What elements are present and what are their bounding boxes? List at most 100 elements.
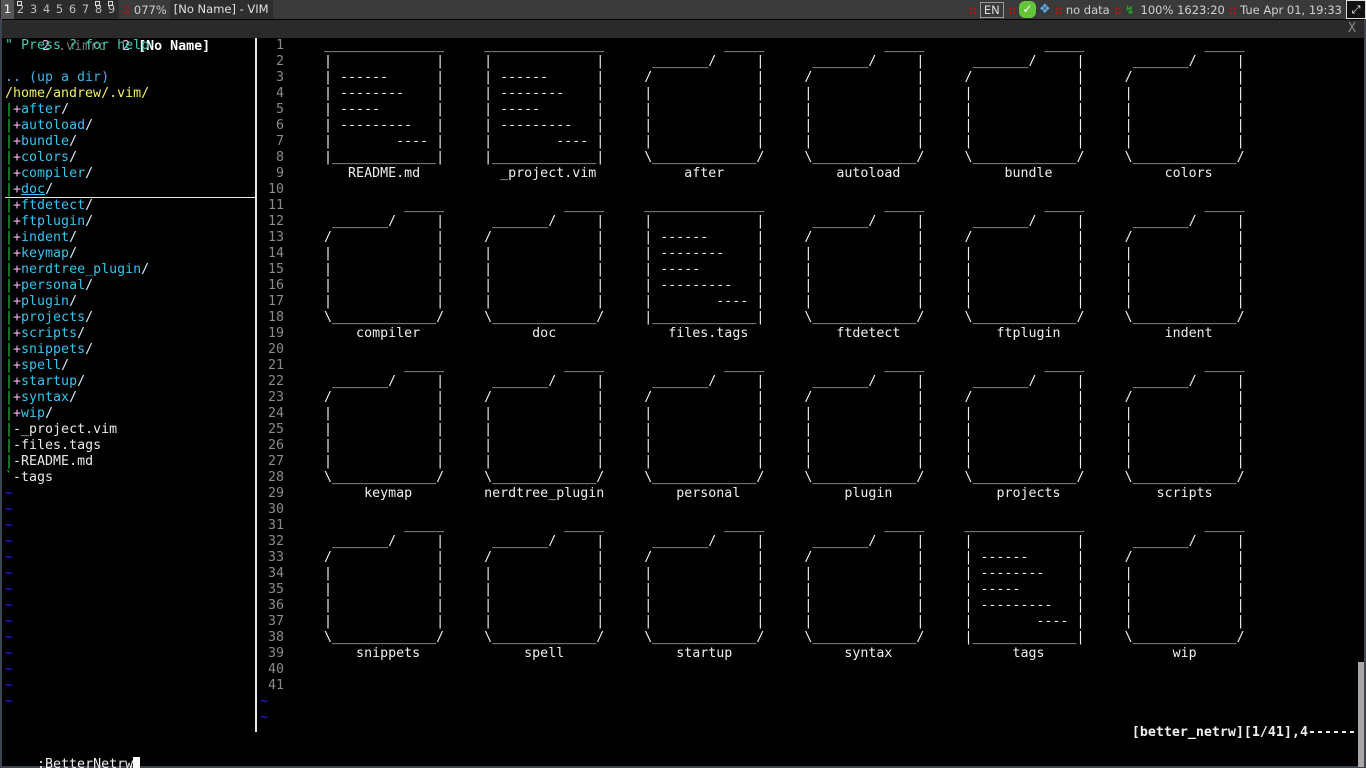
expand-icon[interactable]: + xyxy=(13,246,21,261)
tree-dir-item[interactable]: |+autoload/ xyxy=(5,118,255,134)
expand-icon[interactable]: + xyxy=(13,406,21,421)
buffer-line: 19 compiler doc files.tags ftdetect ftpl… xyxy=(260,326,1350,342)
expand-icon[interactable]: + xyxy=(13,198,21,213)
expand-icon[interactable]: + xyxy=(13,390,21,405)
line-number: 6 xyxy=(276,118,285,133)
tree-dir-item[interactable]: |+after/ xyxy=(5,102,255,118)
buffer-line: 7 | ---- | | ---- | | | | | | | | | xyxy=(260,134,1350,150)
empty-line-marker: ~ xyxy=(5,518,14,533)
tree-dir-item[interactable]: |+syntax/ xyxy=(5,390,255,406)
tree-dir-item[interactable]: |+ftdetect/ xyxy=(5,198,255,214)
dir-name: ftplugin xyxy=(21,214,86,229)
line-number: 11 xyxy=(268,198,285,213)
dropbox-icon[interactable]: ❖ xyxy=(1039,2,1051,17)
buffer-line: 23 / | / | / | / | / | / | xyxy=(260,390,1350,406)
tree-file-item[interactable]: |-README.md xyxy=(5,454,255,470)
file-marker: - xyxy=(13,454,22,469)
line-number: 2 xyxy=(276,54,285,69)
workspace-8[interactable]: 8 xyxy=(92,0,105,19)
icon-labels[interactable]: compiler doc files.tags ftdetect ftplugi… xyxy=(292,326,1277,341)
expand-icon[interactable]: + xyxy=(13,326,21,341)
check-icon[interactable]: ✓ xyxy=(1018,1,1036,18)
expand-icon[interactable]: + xyxy=(13,374,21,389)
ascii-art: |_____________| |_____________| \_______… xyxy=(292,150,1277,165)
tree-dir-item[interactable]: |+doc/ xyxy=(5,182,255,198)
expand-icon[interactable]: + xyxy=(13,342,21,357)
keyboard-layout[interactable]: EN xyxy=(979,1,1004,18)
ascii-art: | --------- | | --------- | | | | | | | … xyxy=(292,118,1277,133)
buffer-line: 22 _______/ | _______/ | _______/ | ____… xyxy=(260,374,1350,390)
line-number: 5 xyxy=(276,102,285,117)
icon-labels[interactable]: README.md _project.vim after autoload bu… xyxy=(292,166,1277,181)
tree-dir-item[interactable]: |+nerdtree_plugin/ xyxy=(5,262,255,278)
up-dir-link[interactable]: .. (up a dir) xyxy=(5,70,255,86)
buffer-line: 41 xyxy=(260,678,1350,694)
tree-file-item[interactable]: `-tags xyxy=(5,470,255,486)
tree-dir-item[interactable]: |+keymap/ xyxy=(5,246,255,262)
tree-dir-item[interactable]: |+scripts/ xyxy=(5,326,255,342)
tree-file-item[interactable]: |-_project.vim xyxy=(5,422,255,438)
tree-branch: | xyxy=(5,214,14,229)
workspace-4[interactable]: 4 xyxy=(40,0,53,19)
expand-icon[interactable]: + xyxy=(13,102,21,117)
tree-dir-item[interactable]: |+ftplugin/ xyxy=(5,214,255,230)
tree-dir-item[interactable]: |+indent/ xyxy=(5,230,255,246)
expand-icon[interactable]: + xyxy=(13,230,21,245)
expand-icon[interactable]: + xyxy=(13,310,21,325)
tree-dir-item[interactable]: |+projects/ xyxy=(5,310,255,326)
tree-file-item[interactable]: |-files.tags xyxy=(5,438,255,454)
workspace-1[interactable]: 1 xyxy=(1,0,14,19)
tree-dir-item[interactable]: |+plugin/ xyxy=(5,294,255,310)
expand-icon[interactable]: + xyxy=(13,278,21,293)
buffer-line: 21 _____ _____ _____ _____ _____ _____ xyxy=(260,358,1350,374)
workspace-switcher[interactable]: 123456789 xyxy=(0,0,119,19)
workspace-9[interactable]: 9 xyxy=(105,0,118,19)
window-title[interactable]: [No Name] - VIM xyxy=(169,0,273,19)
tree-dir-item[interactable]: |+snippets/ xyxy=(5,342,255,358)
expand-icon[interactable]: + xyxy=(13,150,21,165)
tree-dir-item[interactable]: |+personal/ xyxy=(5,278,255,294)
tabline: 2 .vimrc 2 [No Name] X xyxy=(2,20,1364,54)
workspace-3[interactable]: 3 xyxy=(27,0,40,19)
tree-dir-item[interactable]: |+compiler/ xyxy=(5,166,255,182)
tree-dir-item[interactable]: |+colors/ xyxy=(5,150,255,166)
icon-labels[interactable]: snippets spell startup syntax tags wip xyxy=(292,646,1277,661)
empty-line-marker: ~ xyxy=(5,502,14,517)
buffer-line: 14 | | | | | -------- | | | | | | | xyxy=(260,246,1350,262)
netrw-tree-pane[interactable]: " Press ? for help .. (up a dir)/home/an… xyxy=(2,38,255,732)
clock[interactable]: Tue Apr 01, 19:33 xyxy=(1240,3,1342,17)
fullscreen-icon[interactable]: ⤢ xyxy=(1346,0,1366,19)
expand-icon[interactable]: + xyxy=(13,262,21,277)
expand-icon[interactable]: + xyxy=(13,166,21,181)
workspace-5[interactable]: 5 xyxy=(53,0,66,19)
dir-name: projects xyxy=(21,310,86,325)
expand-icon[interactable]: + xyxy=(13,214,21,229)
bolt-icon: ↯ xyxy=(1124,2,1135,17)
expand-icon[interactable]: + xyxy=(13,182,21,197)
icon-labels[interactable]: keymap nerdtree_plugin personal plugin p… xyxy=(292,486,1277,501)
tree-dir-item[interactable]: |+wip/ xyxy=(5,406,255,422)
file-name: tags xyxy=(21,470,54,485)
ascii-art: _______________ _______________ _____ __… xyxy=(292,38,1277,53)
volume-level[interactable]: 077% xyxy=(134,3,167,17)
ascii-art: _______/ | _______/ | _______/ | _______… xyxy=(292,374,1277,389)
scrollbar[interactable] xyxy=(1358,662,1364,767)
tree-dir-item[interactable]: |+bundle/ xyxy=(5,134,255,150)
expand-icon[interactable]: + xyxy=(13,118,21,133)
workspace-7[interactable]: 7 xyxy=(79,0,92,19)
ascii-art: _____ _____ _______________ _____ _____ … xyxy=(292,198,1277,213)
expand-icon[interactable]: + xyxy=(13,294,21,309)
tab-close-button[interactable]: X xyxy=(1348,20,1356,38)
workspace-2[interactable]: 2 xyxy=(14,0,27,19)
tree-dir-item[interactable]: |+spell/ xyxy=(5,358,255,374)
command-line[interactable]: :BetterNetrw xyxy=(2,741,1364,768)
buffer-line: 4 | -------- | | -------- | | | | | | | … xyxy=(260,86,1350,102)
vertical-split-divider[interactable] xyxy=(255,38,257,732)
workspace-6[interactable]: 6 xyxy=(66,0,79,19)
expand-icon[interactable]: + xyxy=(13,358,21,373)
expand-icon[interactable]: + xyxy=(13,134,21,149)
tree-dir-item[interactable]: |+startup/ xyxy=(5,374,255,390)
command-text[interactable]: :BetterNetrw xyxy=(37,757,133,768)
buffer-line: 24 | | | | | | | | | | | | xyxy=(260,406,1350,422)
icon-view-pane[interactable]: 1 _______________ _______________ _____ … xyxy=(260,38,1350,732)
